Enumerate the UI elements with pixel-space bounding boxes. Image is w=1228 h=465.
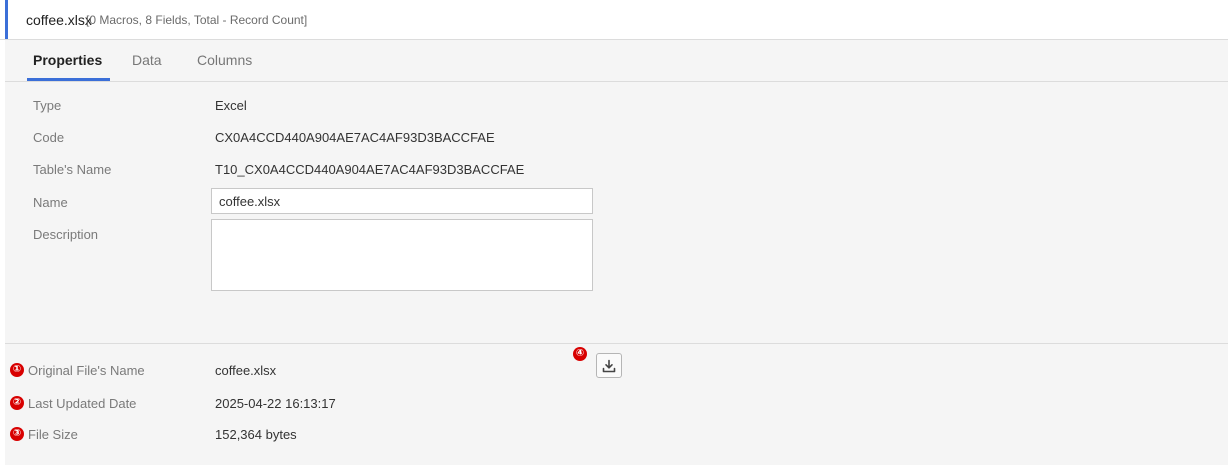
- name-label: Name: [33, 195, 68, 210]
- code-value: CX0A4CCD440A904AE7AC4AF93D3BACCFAE: [215, 130, 495, 145]
- file-title: coffee.xlsx: [26, 12, 92, 28]
- marker-3: ③: [10, 427, 24, 441]
- header-bar: coffee.xlsx [0 Macros, 8 Fields, Total -…: [0, 0, 1228, 40]
- table-name-value: T10_CX0A4CCD440A904AE7AC4AF93D3BACCFAE: [215, 162, 525, 177]
- type-value: Excel: [215, 98, 247, 113]
- marker-1: ①: [10, 363, 24, 377]
- tab-properties[interactable]: Properties: [33, 52, 102, 68]
- description-label: Description: [33, 227, 99, 242]
- tab-bar: Properties Data Columns: [5, 40, 1228, 82]
- file-size-label: File Size: [28, 427, 78, 442]
- properties-panel: Properties Data Columns Type Excel Code …: [5, 40, 1228, 465]
- active-tab-indicator: [27, 78, 110, 81]
- download-icon: [602, 359, 616, 372]
- marker-2: ②: [10, 396, 24, 410]
- name-input[interactable]: [211, 188, 593, 214]
- description-textarea[interactable]: [211, 219, 593, 291]
- download-button[interactable]: [596, 353, 622, 378]
- tab-columns[interactable]: Columns: [197, 52, 252, 68]
- table-name-label: Table's Name: [33, 162, 112, 177]
- last-updated-label: Last Updated Date: [28, 396, 137, 411]
- section-divider: [5, 343, 1228, 344]
- last-updated-value: 2025-04-22 16:13:17: [215, 396, 336, 411]
- code-label: Code: [33, 130, 65, 145]
- file-summary: [0 Macros, 8 Fields, Total - Record Coun…: [86, 13, 308, 27]
- type-label: Type: [33, 98, 62, 113]
- file-size-value: 152,364 bytes: [215, 427, 297, 442]
- marker-4: ④: [573, 347, 587, 361]
- header-accent: [5, 0, 8, 39]
- tab-data[interactable]: Data: [132, 52, 162, 68]
- original-file-name-label: Original File's Name: [28, 363, 145, 378]
- original-file-name-value: coffee.xlsx: [215, 363, 277, 378]
